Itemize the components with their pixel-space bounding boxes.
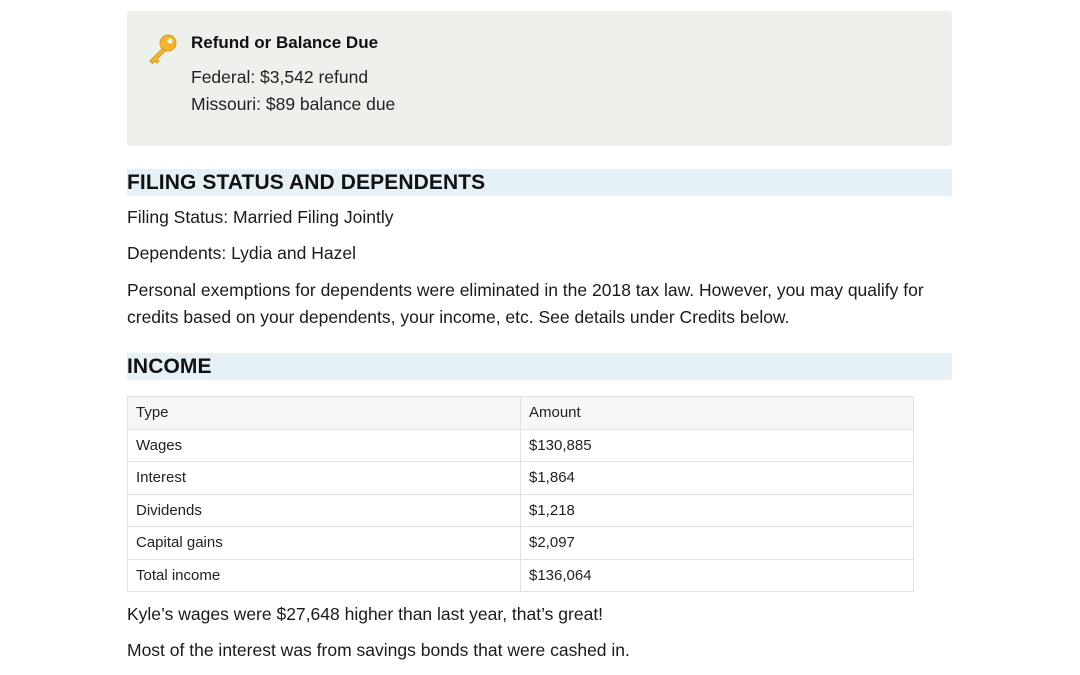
income-type: Wages [127,428,521,462]
federal-result: Federal: $3,542 refund [191,67,369,87]
column-header-type: Type [127,396,521,430]
table-row: Total income $136,064 [127,558,914,592]
wages-note: Kyle’s wages were $27,648 higher than la… [127,604,604,624]
exemption-note-line2: credits based on your dependents, your i… [127,307,790,327]
income-amount: $2,097 [520,526,914,560]
filing-section-header: FILING STATUS AND DEPENDENTS [127,169,952,196]
column-header-amount: Amount [520,396,914,430]
income-section-header: INCOME [127,353,952,380]
refund-summary-box: Refund or Balance Due Federal: $3,542 re… [127,11,952,146]
filing-heading: FILING STATUS AND DEPENDENTS [127,171,486,194]
income-heading: INCOME [127,355,212,378]
income-type: Dividends [127,493,521,527]
table-row: Interest $1,864 [127,461,914,495]
table-row: Dividends $1,218 [127,493,914,527]
interest-note: Most of the interest was from savings bo… [127,640,630,660]
table-row: Wages $130,885 [127,428,914,462]
tax-summary-page: Refund or Balance Due Federal: $3,542 re… [0,0,1080,675]
income-type: Interest [127,461,521,495]
income-amount: $130,885 [520,428,914,462]
income-amount: $1,864 [520,461,914,495]
table-header-row: Type Amount [127,396,914,430]
income-type: Total income [127,558,521,592]
filing-status: Filing Status: Married Filing Jointly [127,207,394,227]
summary-title: Refund or Balance Due [191,33,379,52]
dependents: Dependents: Lydia and Hazel [127,243,356,263]
key-icon [145,33,179,67]
income-amount: $1,218 [520,493,914,527]
income-amount: $136,064 [520,558,914,592]
table-row: Capital gains $2,097 [127,526,914,560]
exemption-note-line1: Personal exemptions for dependents were … [127,280,924,300]
state-result: Missouri: $89 balance due [191,94,396,114]
income-type: Capital gains [127,526,521,560]
income-table: Type Amount Wages $130,885 Interest $1,8… [127,396,914,592]
